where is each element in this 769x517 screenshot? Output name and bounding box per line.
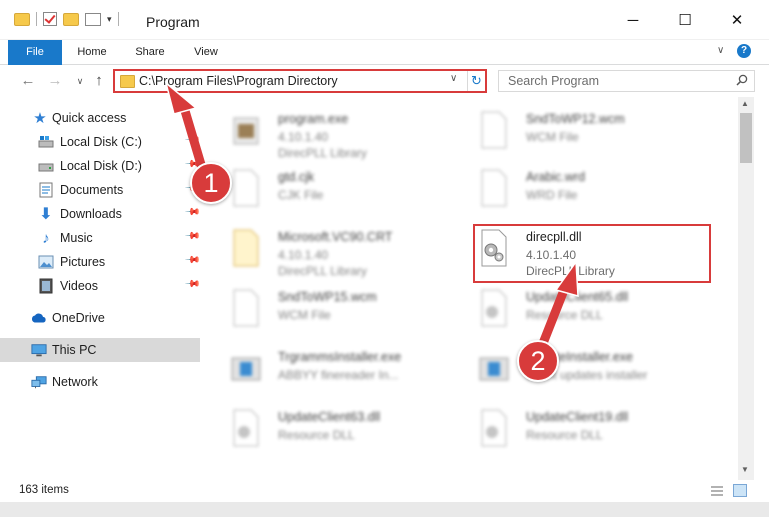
dll-gear-icon bbox=[481, 409, 507, 447]
doc-icon bbox=[233, 169, 259, 207]
properties-check-icon[interactable] bbox=[43, 12, 57, 26]
close-button[interactable]: ✕ bbox=[714, 0, 760, 40]
file-item[interactable]: TrgrammsInstaller.exe ABBYY finereader I… bbox=[230, 342, 466, 398]
file-item[interactable]: SndToWP12.wcm WCM File bbox=[478, 104, 714, 160]
file-item[interactable]: UpdateClient65.dll Resource DLL bbox=[478, 282, 714, 338]
sidebar-item-local-disk-c[interactable]: Local Disk (C:) 📌 bbox=[0, 130, 201, 154]
navigation-bar: ← → ∨ ↑ C:\Program Files\Program Directo… bbox=[0, 65, 769, 97]
pin-icon[interactable]: 📌 bbox=[184, 252, 201, 269]
drive-icon bbox=[38, 158, 54, 174]
tab-share[interactable]: Share bbox=[128, 40, 172, 64]
refresh-icon[interactable]: ↻ bbox=[467, 71, 485, 91]
doc-icon bbox=[233, 289, 259, 327]
recent-locations-icon[interactable]: ∨ bbox=[70, 71, 90, 91]
tab-home[interactable]: Home bbox=[70, 40, 114, 64]
status-bar: 163 items bbox=[0, 480, 769, 502]
separator bbox=[36, 12, 37, 26]
ribbon-tabs: File Home Share View ∨ ? bbox=[0, 40, 769, 96]
pc-icon bbox=[31, 342, 47, 358]
installer-icon bbox=[231, 357, 261, 381]
minimize-button[interactable]: ─ bbox=[610, 0, 656, 40]
item-count: 163 items bbox=[19, 484, 69, 496]
address-path[interactable]: C:\Program Files\Program Directory bbox=[139, 74, 338, 88]
dll-gear-icon bbox=[233, 409, 259, 447]
doc-icon bbox=[481, 111, 507, 149]
new-folder-icon[interactable] bbox=[63, 12, 79, 26]
onedrive-icon bbox=[31, 310, 47, 326]
sidebar-item-quick-access[interactable]: ★ Quick access bbox=[0, 106, 200, 130]
folder-icon bbox=[14, 12, 30, 26]
file-item[interactable]: program.exe 4.10.1.40 DirecPLL Library bbox=[230, 104, 466, 160]
sidebar-item-music[interactable]: ♪ Music 📌 bbox=[0, 226, 200, 250]
search-input[interactable] bbox=[499, 71, 724, 91]
pin-icon[interactable]: 📌 bbox=[184, 276, 201, 293]
tab-view[interactable]: View bbox=[186, 40, 226, 64]
up-arrow-icon[interactable]: ↑ bbox=[89, 71, 109, 91]
separator bbox=[117, 12, 119, 26]
videos-icon bbox=[38, 278, 54, 294]
installer-icon bbox=[479, 357, 509, 381]
sidebar-item-local-disk-d[interactable]: Local Disk (D:) 📌 bbox=[0, 154, 201, 178]
scrollbar-thumb[interactable] bbox=[740, 113, 752, 163]
vertical-scrollbar[interactable]: ▲ ▼ bbox=[738, 97, 754, 480]
step-2-badge: 2 bbox=[517, 340, 559, 382]
scroll-up-icon[interactable]: ▲ bbox=[741, 99, 749, 108]
pin-icon[interactable]: 📌 bbox=[184, 132, 201, 149]
details-view-icon[interactable] bbox=[710, 485, 724, 497]
file-item[interactable]: UpdateClient19.dll Resource DLL bbox=[478, 402, 714, 458]
drive-icon bbox=[38, 134, 54, 150]
expand-ribbon-icon[interactable]: ∨ bbox=[717, 45, 729, 57]
large-icons-view-icon[interactable] bbox=[733, 484, 747, 497]
navigation-pane: ★ Quick access Local Disk (C:) 📌 Local D… bbox=[0, 100, 206, 480]
sidebar-item-documents[interactable]: Documents 📌 bbox=[0, 178, 201, 202]
file-item[interactable]: gtd.cjk CJK File bbox=[230, 162, 466, 218]
address-bar[interactable]: C:\Program Files\Program Directory ∨ ↻ bbox=[113, 69, 487, 93]
folder-icon bbox=[120, 75, 135, 88]
documents-icon bbox=[38, 182, 54, 198]
sidebar-item-this-pc[interactable]: This PC bbox=[0, 338, 200, 362]
customize-toolbar-icon[interactable] bbox=[85, 12, 101, 26]
sidebar-item-downloads[interactable]: ⬇ Downloads 📌 bbox=[0, 202, 200, 226]
window-title: Program bbox=[146, 14, 200, 30]
help-icon[interactable]: ? bbox=[737, 44, 751, 58]
music-icon: ♪ bbox=[42, 229, 50, 247]
file-item[interactable]: Arabic.wrd WRD File bbox=[478, 162, 714, 218]
back-arrow-icon[interactable]: ← bbox=[18, 71, 38, 91]
file-list: program.exe 4.10.1.40 DirecPLL Library S… bbox=[206, 100, 738, 480]
scroll-down-icon[interactable]: ▼ bbox=[741, 465, 749, 474]
chevron-down-icon[interactable]: ∨ bbox=[450, 73, 457, 84]
sidebar-item-videos[interactable]: Videos 📌 bbox=[0, 274, 201, 298]
search-box[interactable] bbox=[498, 70, 755, 92]
taskbar-edge bbox=[0, 502, 769, 517]
step-1-badge: 1 bbox=[190, 162, 232, 204]
quick-access-toolbar: ▾ bbox=[14, 12, 119, 26]
sidebar-item-network[interactable]: Network bbox=[0, 370, 200, 394]
file-item[interactable]: Microsoft.VC90.CRT 4.10.1.40 DirecPLL Li… bbox=[230, 222, 466, 278]
pin-icon[interactable]: 📌 bbox=[184, 228, 201, 245]
downloads-icon: ⬇ bbox=[39, 206, 53, 223]
network-icon bbox=[31, 374, 47, 390]
star-icon: ★ bbox=[33, 110, 47, 127]
pictures-icon bbox=[38, 254, 54, 270]
file-item[interactable]: UpdateInstaller.exe Client updates insta… bbox=[478, 342, 714, 398]
title-bar: ▾ Program ─ ☐ ✕ bbox=[0, 0, 769, 40]
file-item[interactable]: SndToWP15.wcm WCM File bbox=[230, 282, 466, 338]
folder-file-icon bbox=[233, 229, 259, 267]
doc-icon bbox=[481, 169, 507, 207]
file-highlight-box bbox=[473, 224, 711, 283]
search-icon[interactable] bbox=[736, 74, 748, 86]
chevron-down-icon[interactable]: ▾ bbox=[107, 14, 112, 25]
exe-icon bbox=[233, 117, 259, 145]
maximize-button[interactable]: ☐ bbox=[662, 0, 708, 40]
pin-icon[interactable]: 📌 bbox=[184, 204, 201, 221]
file-item[interactable]: UpdateClient63.dll Resource DLL bbox=[230, 402, 466, 458]
forward-arrow-icon[interactable]: → bbox=[45, 71, 65, 91]
sidebar-item-pictures[interactable]: Pictures 📌 bbox=[0, 250, 201, 274]
dll-gear-icon bbox=[481, 289, 507, 327]
sidebar-item-onedrive[interactable]: OneDrive bbox=[0, 306, 200, 330]
